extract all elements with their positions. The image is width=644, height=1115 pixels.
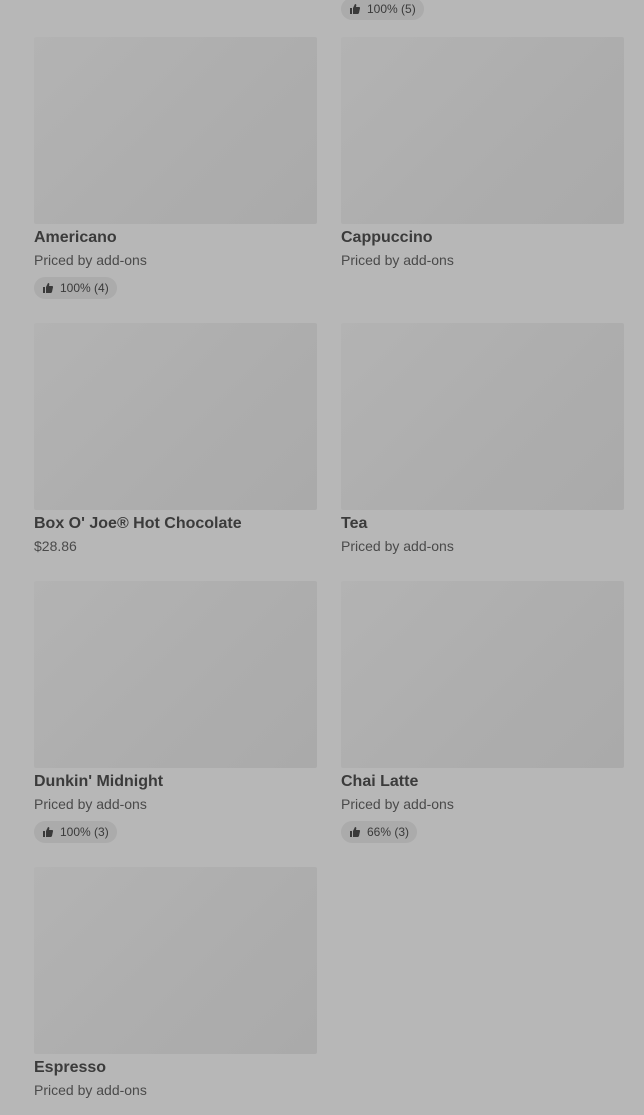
thumbs-up-icon bbox=[42, 282, 54, 294]
product-price: Priced by add-ons bbox=[34, 252, 147, 268]
product-image bbox=[34, 867, 317, 1054]
product-card-espresso[interactable]: Espresso Priced by add-ons bbox=[34, 867, 317, 1115]
rating-badge: 100% (4) bbox=[34, 277, 117, 299]
product-price: Priced by add-ons bbox=[341, 252, 454, 268]
product-image bbox=[341, 323, 624, 510]
product-title: Tea bbox=[341, 515, 368, 532]
rating-badge: 100% (3) bbox=[34, 821, 117, 843]
product-price: Priced by add-ons bbox=[341, 796, 454, 812]
product-image bbox=[34, 323, 317, 510]
product-grid: Americano Priced by add-ons 100% (4) Cap… bbox=[34, 37, 624, 1115]
thumbs-up-icon bbox=[349, 3, 361, 15]
product-price: Priced by add-ons bbox=[341, 538, 454, 554]
rating-text: 100% (4) bbox=[60, 281, 109, 295]
product-title: Chai Latte bbox=[341, 773, 419, 790]
product-price: Priced by add-ons bbox=[34, 1082, 147, 1098]
product-title: Box O' Joe® Hot Chocolate bbox=[34, 515, 242, 532]
product-card-chai-latte[interactable]: Chai Latte Priced by add-ons 66% (3) bbox=[341, 581, 624, 867]
thumbs-up-icon bbox=[349, 826, 361, 838]
product-image bbox=[341, 37, 624, 224]
product-card-dunkin-midnight[interactable]: Dunkin' Midnight Priced by add-ons 100% … bbox=[34, 581, 317, 867]
thumbs-up-icon bbox=[42, 826, 54, 838]
product-card-americano[interactable]: Americano Priced by add-ons 100% (4) bbox=[34, 37, 317, 323]
rating-text: 100% (5) bbox=[367, 2, 416, 16]
rating-badge: 66% (3) bbox=[341, 821, 418, 843]
product-price: $28.86 bbox=[34, 538, 77, 554]
product-image bbox=[34, 581, 317, 768]
rating-badge: 100% (5) bbox=[341, 0, 424, 20]
rating-text: 66% (3) bbox=[367, 825, 410, 839]
product-card-tea[interactable]: Tea Priced by add-ons bbox=[341, 323, 624, 581]
product-title: Cappuccino bbox=[341, 229, 433, 246]
menu-grid-page: 100% (5) Americano Priced by add-ons 100… bbox=[0, 0, 644, 1115]
product-card-box-o-joe-hot-chocolate[interactable]: Box O' Joe® Hot Chocolate $28.86 bbox=[34, 323, 317, 581]
product-card-cappuccino[interactable]: Cappuccino Priced by add-ons bbox=[341, 37, 624, 323]
product-title: Americano bbox=[34, 229, 117, 246]
product-title: Dunkin' Midnight bbox=[34, 773, 164, 790]
product-title: Espresso bbox=[34, 1059, 107, 1076]
product-price: Priced by add-ons bbox=[34, 796, 147, 812]
product-image bbox=[34, 37, 317, 224]
product-image bbox=[341, 581, 624, 768]
rating-text: 100% (3) bbox=[60, 825, 109, 839]
